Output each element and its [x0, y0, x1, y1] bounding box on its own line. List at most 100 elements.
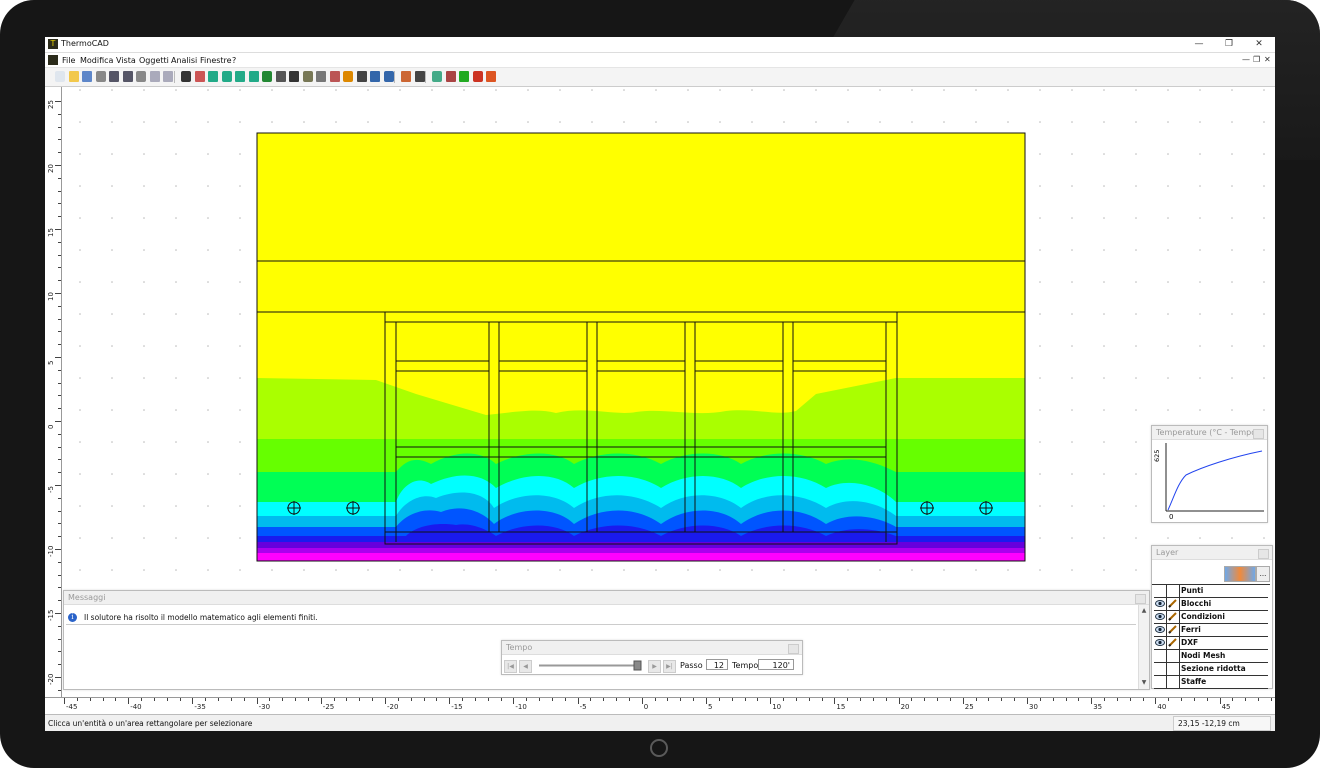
previous-step-button[interactable]: ◀	[519, 660, 532, 673]
zoom-out-icon[interactable]	[235, 71, 245, 82]
menu-file[interactable]: File	[62, 56, 75, 65]
mdi-restore-button[interactable]: ❐	[1253, 55, 1260, 64]
tempo-field[interactable]: 120'	[758, 659, 794, 670]
ruler-tick	[55, 357, 61, 358]
eyedropper-icon[interactable]	[289, 71, 299, 82]
close-button[interactable]: ✕	[1245, 38, 1273, 50]
ruler-tick	[423, 698, 425, 701]
layer-row[interactable]: Ferri	[1154, 624, 1268, 637]
ruler-tick	[860, 698, 862, 701]
ruler-tick	[1104, 698, 1106, 701]
ruler-tick	[243, 698, 245, 701]
eye-icon[interactable]	[1155, 638, 1165, 647]
layer-row[interactable]: Sezione ridotta	[1154, 663, 1268, 676]
eye-icon[interactable]	[1155, 625, 1165, 634]
layer-row[interactable]: Punti	[1154, 585, 1268, 598]
pencil-icon[interactable]	[1168, 612, 1178, 621]
scroll-up-icon[interactable]: ▲	[1140, 607, 1148, 615]
layer-row[interactable]: Staffe	[1154, 676, 1268, 689]
text-icon[interactable]	[383, 71, 394, 82]
layer-close-button[interactable]	[1258, 549, 1269, 559]
ruler-tick	[58, 433, 61, 435]
layer-row[interactable]: DXF	[1154, 637, 1268, 650]
message-row[interactable]: i Il solutore ha risolto il modello mate…	[66, 612, 1136, 625]
zoom-in-icon[interactable]	[208, 71, 218, 82]
zoom-window-icon[interactable]	[221, 71, 232, 82]
fire-icon[interactable]	[472, 71, 483, 82]
horizontal-ruler-label: 0	[643, 703, 649, 711]
refresh-icon[interactable]	[262, 71, 272, 82]
reinforcement-icon[interactable]	[356, 71, 367, 82]
mdi-close-button[interactable]: ✕	[1264, 55, 1271, 64]
paste-icon[interactable]	[163, 71, 173, 82]
eye-icon[interactable]	[1155, 612, 1165, 621]
ruler-tick	[76, 698, 78, 701]
status-bar: Clicca un'entità o un'area rettangolare …	[45, 714, 1275, 731]
print-icon[interactable]	[95, 71, 106, 82]
minimize-button[interactable]: —	[1185, 38, 1213, 50]
layer-options-button[interactable]: ...	[1256, 566, 1270, 582]
pencil-icon[interactable]	[1168, 599, 1178, 608]
dimension-icon[interactable]	[370, 71, 380, 82]
copy-icon[interactable]	[149, 71, 160, 82]
check-icon[interactable]	[459, 71, 469, 82]
ruler-tick	[372, 698, 374, 701]
menu-finestre[interactable]: Finestre	[200, 56, 232, 65]
redo-icon[interactable]	[122, 71, 133, 82]
mesh-icon[interactable]	[401, 71, 411, 82]
cut-icon[interactable]	[136, 71, 146, 82]
time-slider[interactable]	[535, 659, 645, 672]
scroll-down-icon[interactable]: ▼	[1140, 679, 1148, 687]
temperature-chart-close-button[interactable]	[1253, 429, 1264, 439]
menu-modifica[interactable]: Modifica	[80, 56, 113, 65]
undo-icon[interactable]	[109, 71, 119, 82]
ruler-tick	[783, 698, 785, 701]
last-step-button[interactable]: ▶|	[663, 660, 676, 673]
menu-vista[interactable]: Vista	[116, 56, 136, 65]
thermal-section-drawing[interactable]	[256, 132, 1026, 562]
ruler-tick	[1039, 698, 1041, 701]
pencil-icon[interactable]	[1168, 638, 1178, 647]
layer-row[interactable]: Nodi Mesh	[1154, 650, 1268, 663]
messages-scrollbar[interactable]: ▲ ▼	[1138, 605, 1149, 689]
material-icon[interactable]	[343, 71, 353, 82]
results-icon[interactable]	[445, 71, 456, 82]
menu-oggetti[interactable]: Oggetti	[139, 56, 169, 65]
pencil-icon[interactable]	[302, 71, 313, 82]
ruler-tick	[218, 698, 220, 701]
pencil-icon[interactable]	[1168, 625, 1178, 634]
toolbar-separator	[394, 71, 395, 83]
zoom-extents-icon[interactable]	[248, 71, 259, 82]
app-logo-icon: T	[48, 39, 58, 49]
open-icon[interactable]	[68, 71, 79, 82]
select-icon[interactable]	[180, 71, 191, 82]
menu-analisi[interactable]: Analisi	[171, 56, 197, 65]
next-step-button[interactable]: ▶	[648, 660, 661, 673]
layer-row[interactable]: Condizioni	[1154, 611, 1268, 624]
ruler-tick	[58, 318, 61, 320]
layer-color-icon[interactable]	[1224, 566, 1256, 582]
new-icon[interactable]	[55, 71, 65, 82]
ruler-tick	[58, 190, 61, 192]
eye-icon[interactable]	[1155, 599, 1165, 608]
mdi-minimize-button[interactable]: —	[1242, 55, 1250, 64]
first-step-button[interactable]: |◀	[504, 660, 517, 673]
analysis-icon[interactable]	[432, 71, 442, 82]
ruler-tick	[513, 698, 515, 704]
measure-icon[interactable]	[275, 71, 286, 82]
maximize-button[interactable]: ❐	[1215, 38, 1243, 50]
node-icon[interactable]	[316, 71, 326, 82]
tempo-close-button[interactable]	[788, 644, 799, 654]
solve-icon[interactable]	[414, 71, 425, 82]
ruler-tick	[58, 651, 61, 653]
boundary-icon[interactable]	[329, 71, 340, 82]
slider-thumb[interactable]	[633, 660, 642, 671]
messages-close-button[interactable]	[1135, 594, 1146, 604]
layer-row[interactable]: Blocchi	[1154, 598, 1268, 611]
save-icon[interactable]	[82, 71, 92, 82]
temperature-icon[interactable]	[486, 71, 496, 82]
menu-help[interactable]: ?	[232, 56, 236, 65]
passo-field[interactable]: 12	[706, 659, 728, 670]
ruler-tick	[58, 331, 61, 333]
rotate-view-icon[interactable]	[194, 71, 205, 82]
